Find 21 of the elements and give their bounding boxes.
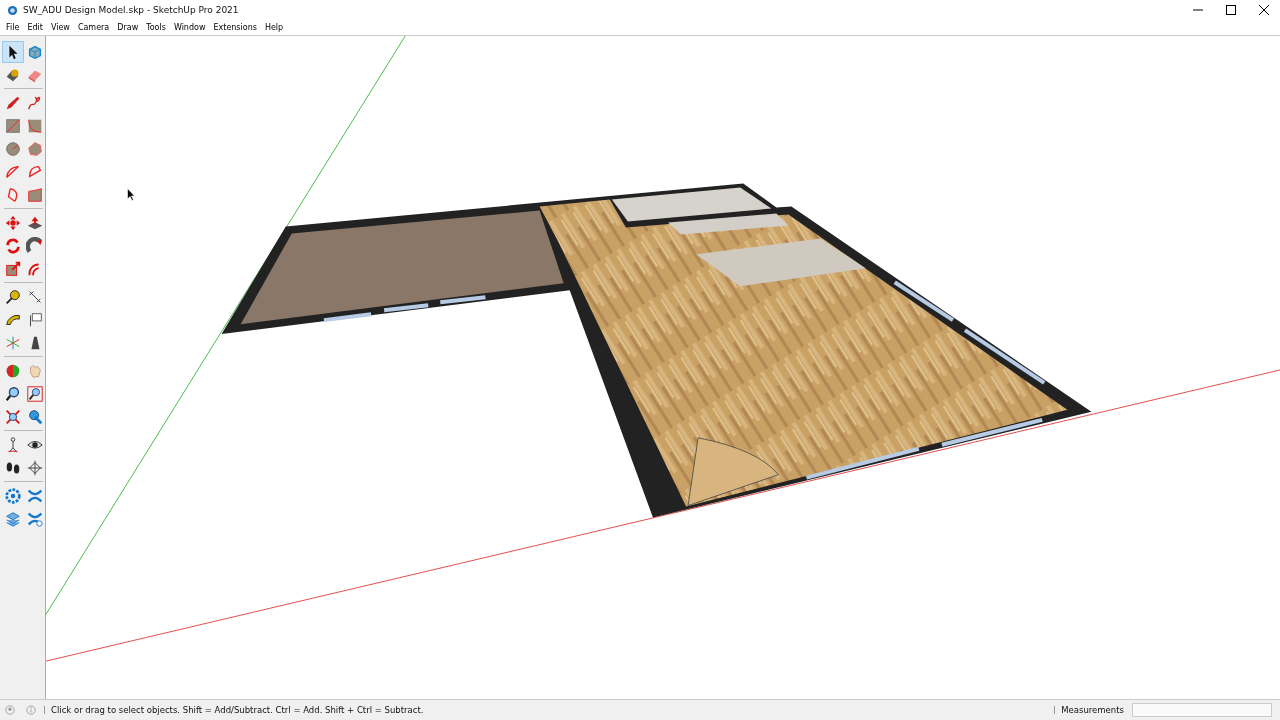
status-hint: Click or drag to select objects. Shift = Add/Subtract. Ctrl = Add. Shift + Ctrl = Subtract. — [51, 705, 424, 715]
menu-item[interactable]: Tools — [142, 23, 170, 32]
menu-item[interactable]: Window — [169, 23, 210, 32]
magnifier-window-icon[interactable] — [24, 383, 46, 405]
close-icon — [1258, 5, 1269, 15]
menu-item[interactable]: File — [2, 23, 24, 32]
menu-item[interactable]: Draw — [113, 23, 143, 32]
menu-item[interactable]: Help — [260, 23, 288, 32]
app-logo-icon — [7, 4, 18, 16]
measurements-field[interactable] — [1132, 703, 1272, 717]
menu-item[interactable]: Camera — [73, 23, 114, 32]
window-title: SW_ADU Design Model.skp - SketchUp Pro 2021 — [23, 5, 239, 15]
cursor-icon — [127, 188, 135, 201]
info-icon — [26, 705, 36, 715]
menu-item[interactable]: View — [46, 23, 74, 32]
gear-icon[interactable] — [2, 485, 24, 507]
maximize-icon — [1225, 5, 1236, 15]
menu-item[interactable]: Edit — [23, 23, 47, 32]
measurements-label: Measurements — [1061, 705, 1124, 715]
menu-item[interactable]: Extensions — [209, 23, 261, 32]
arrow-pointer-icon[interactable] — [2, 41, 24, 63]
